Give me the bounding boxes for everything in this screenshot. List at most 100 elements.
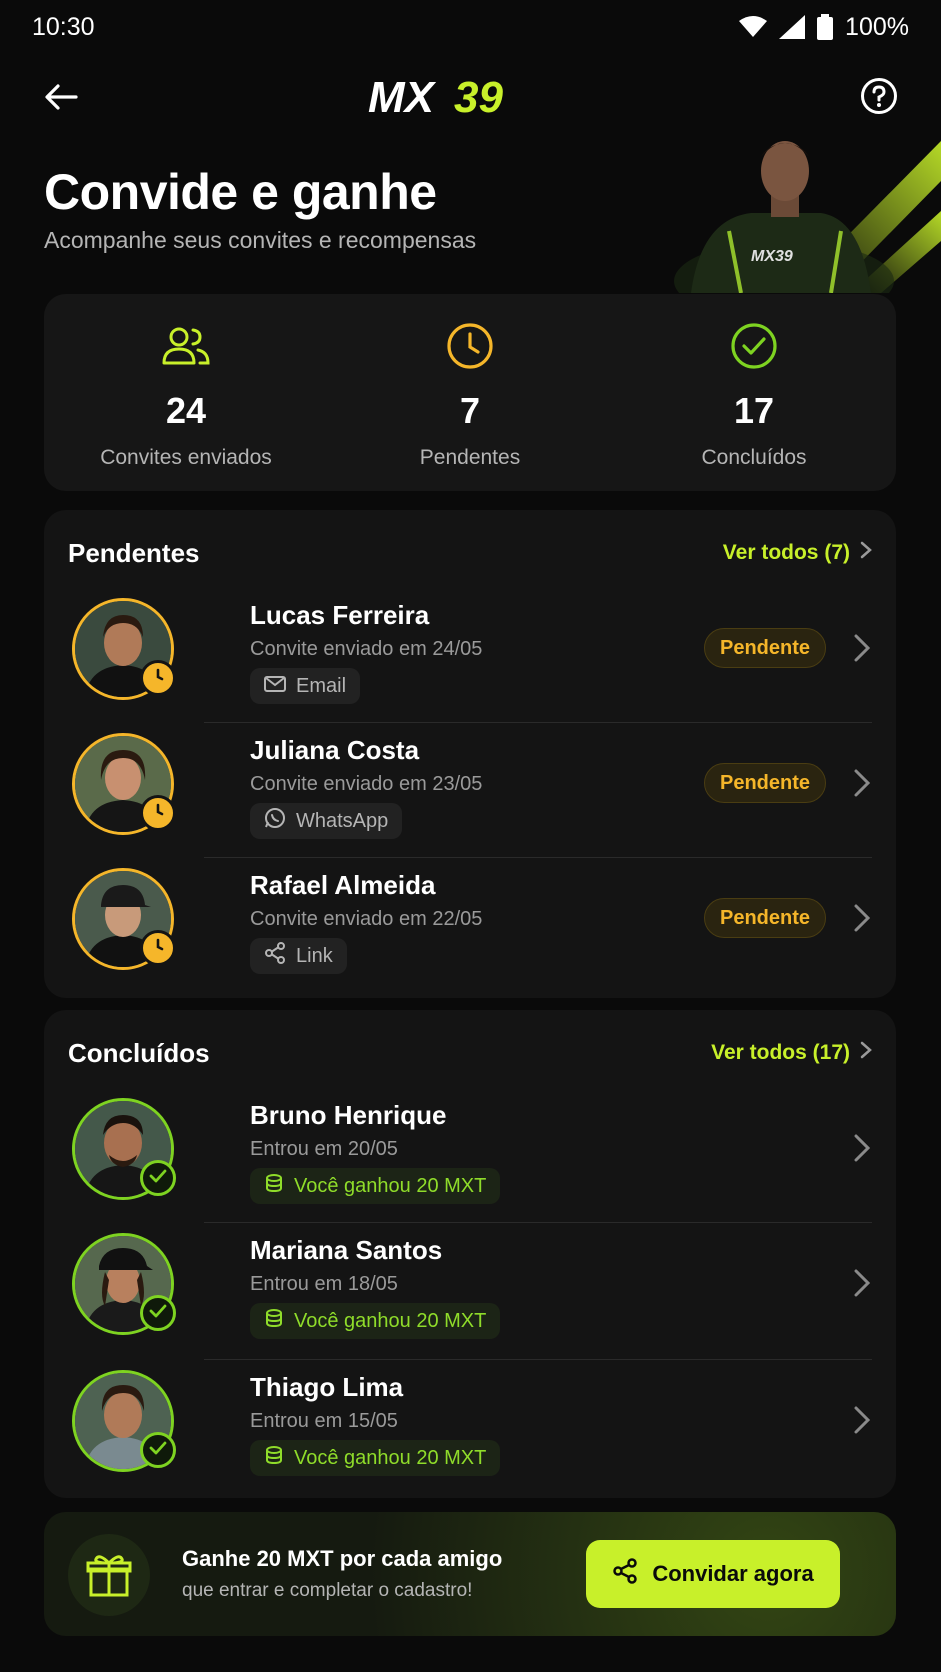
help-button[interactable] [855, 74, 903, 122]
invite-date: Convite enviado em 23/05 [250, 773, 483, 795]
reward-chip: Você ganhou 20 MXT [250, 1168, 501, 1204]
coins-icon [264, 1173, 284, 1199]
pending-list-item[interactable]: Juliana Costa Convite enviado em 23/05 W… [68, 723, 871, 858]
pending-badge [140, 930, 176, 966]
see-all-label: Ver todos (7) [722, 541, 850, 564]
stat-value: 24 [165, 390, 207, 431]
status-badge: Pendente [704, 628, 826, 668]
stat-label: Convites enviados [100, 446, 272, 469]
help-circle-icon [860, 77, 898, 120]
section-title: Concluídos [68, 1037, 210, 1068]
stats-card: 24 Convites enviados 7 Pendentes 17 Conc… [44, 294, 896, 491]
reward-chip: Você ganhou 20 MXT [250, 1440, 501, 1476]
coins-icon [264, 1445, 284, 1471]
channel-label: WhatsApp [296, 809, 389, 832]
status-icons: 100% [739, 13, 909, 42]
pending-section: Pendentes Ver todos (7) Lucas Ferreira C… [44, 510, 896, 998]
channel-label: Email [296, 674, 347, 697]
completed-badge [140, 1432, 176, 1468]
check-circle-icon [728, 320, 780, 372]
section-title: Pendentes [68, 537, 200, 568]
clock-icon [149, 937, 167, 960]
cta-title: Ganhe 20 MXT por cada amigo [182, 1546, 503, 1571]
completed-badge [140, 1160, 176, 1196]
stat-label: Pendentes [419, 446, 521, 469]
see-all-completed-link[interactable]: Ver todos (17) [711, 1041, 872, 1065]
join-date: Entrou em 20/05 [250, 1138, 398, 1160]
signal-icon [779, 15, 806, 39]
status-bar: 10:30 100% [0, 0, 941, 54]
chevron-right-icon [860, 1041, 872, 1065]
completed-badge [140, 1295, 176, 1331]
page-title: Convide e ganhe [44, 164, 437, 220]
chevron-right-icon[interactable] [850, 767, 874, 799]
chevron-right-icon[interactable] [850, 632, 874, 664]
clock-icon [149, 802, 167, 825]
pending-header: Pendentes Ver todos (7) [68, 536, 872, 570]
cta-subtitle: que entrar e completar o cadastro! [182, 1580, 473, 1601]
invite-date: Convite enviado em 22/05 [250, 908, 483, 930]
reward-label: Você ganhou 20 MXT [294, 1309, 487, 1332]
pending-list-item[interactable]: Lucas Ferreira Convite enviado em 24/05 … [68, 588, 871, 723]
reward-label: Você ganhou 20 MXT [294, 1446, 487, 1469]
chevron-right-icon[interactable] [850, 1404, 874, 1436]
athlete-image: MX39 [541, 121, 941, 321]
completed-section: Concluídos Ver todos (17) Bruno Henrique… [44, 1010, 896, 1498]
pending-list-item[interactable]: Rafael Almeida Convite enviado em 22/05 … [68, 858, 871, 993]
share-icon [612, 1558, 638, 1590]
see-all-pending-link[interactable]: Ver todos (7) [723, 541, 872, 565]
invite-date: Convite enviado em 24/05 [250, 638, 483, 660]
completed-list-item[interactable]: Bruno Henrique Entrou em 20/05 Você ganh… [68, 1088, 871, 1223]
chevron-right-icon [860, 541, 872, 565]
chevron-right-icon[interactable] [850, 1132, 874, 1164]
contact-name: Juliana Costa [250, 735, 420, 765]
stat-completed: 17 Concluídos [612, 294, 896, 491]
invite-now-label: Convidar agora [652, 1561, 814, 1586]
mail-icon [264, 675, 286, 698]
see-all-label: Ver todos (17) [711, 1041, 850, 1064]
chevron-right-icon[interactable] [850, 902, 874, 934]
status-badge: Pendente [704, 763, 826, 803]
stat-pending: 7 Pendentes [328, 294, 612, 491]
svg-text:39: 39 [454, 73, 503, 122]
whatsapp-icon [264, 807, 286, 835]
contact-name: Lucas Ferreira [250, 600, 430, 630]
check-icon [149, 1440, 167, 1461]
stat-value: 17 [733, 390, 775, 431]
invite-now-button[interactable]: Convidar agora [586, 1540, 840, 1608]
share-icon [264, 942, 286, 970]
coins-icon [264, 1308, 284, 1334]
reward-chip: Você ganhou 20 MXT [250, 1303, 501, 1339]
battery-icon [817, 14, 834, 40]
completed-list-item[interactable]: Mariana Santos Entrou em 18/05 Você ganh… [68, 1223, 871, 1358]
clock-icon [149, 667, 167, 690]
svg-text:MX39: MX39 [751, 248, 793, 265]
status-time: 10:30 [32, 12, 95, 41]
completed-header: Concluídos Ver todos (17) [68, 1036, 872, 1070]
status-badge: Pendente [704, 898, 826, 938]
reward-label: Você ganhou 20 MXT [294, 1174, 487, 1197]
svg-text:MX: MX [368, 73, 437, 122]
battery-level: 100% [845, 12, 909, 41]
pending-badge [140, 795, 176, 831]
completed-list-item[interactable]: Thiago Lima Entrou em 15/05 Você ganhou … [68, 1360, 871, 1495]
contact-name: Rafael Almeida [250, 870, 436, 900]
users-icon [160, 320, 212, 372]
join-date: Entrou em 18/05 [250, 1273, 398, 1295]
check-icon [149, 1303, 167, 1324]
channel-chip: Email [250, 668, 361, 704]
back-button[interactable] [38, 76, 84, 122]
stat-invites-sent: 24 Convites enviados [44, 294, 328, 491]
invite-cta-card: Ganhe 20 MXT por cada amigo que entrar e… [44, 1512, 896, 1636]
channel-chip: Link [250, 938, 347, 974]
channel-chip: WhatsApp [250, 803, 403, 839]
join-date: Entrou em 15/05 [250, 1410, 398, 1432]
chevron-right-icon[interactable] [850, 1267, 874, 1299]
stat-value: 7 [459, 390, 481, 431]
hero-banner: MX39 Convide e ganhe Acompanhe seus conv… [0, 135, 941, 321]
gift-icon [68, 1534, 150, 1616]
contact-name: Bruno Henrique [250, 1100, 447, 1130]
arrow-left-icon [44, 83, 78, 116]
wifi-icon [739, 16, 768, 38]
page-subtitle: Acompanhe seus convites e recompensas [44, 227, 477, 253]
